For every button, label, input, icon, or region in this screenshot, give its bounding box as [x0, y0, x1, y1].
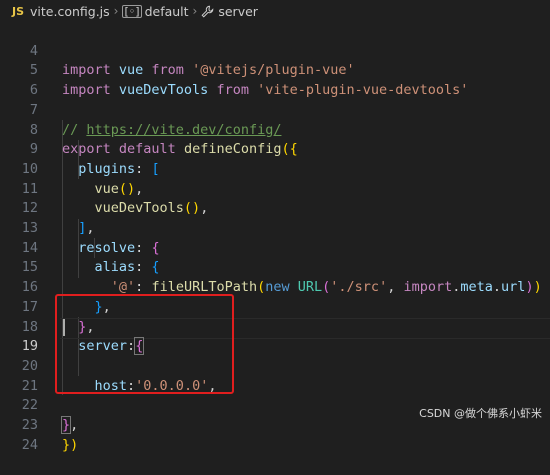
code-line: 11 vueDevTools(),	[0, 160, 550, 217]
js-file-icon: JS	[12, 4, 25, 18]
chevron-right-icon: ›	[113, 4, 119, 18]
breadcrumb-symbol-server[interactable]: server	[218, 4, 258, 19]
breadcrumb: JS vite.config.js › [◦] default › server	[0, 0, 550, 22]
code-line: 16 },	[0, 258, 550, 315]
chevron-right-icon: ›	[192, 4, 198, 18]
code-line: 15 '@': fileURLToPath(new URL('./src', i…	[0, 239, 550, 295]
line-number: 24	[21, 436, 38, 453]
watermark: CSDN @做个佛系小虾米	[419, 407, 542, 420]
code-line: 5 import vueDevTools from 'vite-plugin-v…	[0, 42, 550, 98]
highlight-annotation-box	[55, 294, 234, 394]
code-line: 9 plugins: [	[0, 121, 550, 177]
code-line: 12 ],	[0, 180, 550, 236]
code-line: 6	[0, 61, 550, 98]
code-line: 8 export default defineConfig({	[0, 101, 550, 158]
variable-symbol-icon: [◦]	[122, 4, 142, 18]
breadcrumb-file[interactable]: vite.config.js	[30, 4, 110, 19]
code-line: 7 // https://vite.dev/config/	[0, 81, 550, 138]
wrench-icon	[201, 5, 214, 17]
code-line: 13 resolve: {	[0, 199, 550, 256]
code-line: 10 vue(),	[0, 140, 550, 197]
code-line: 14 alias: {	[0, 219, 550, 276]
code-line: 4 import vue from '@vitejs/plugin-vue'	[0, 22, 550, 79]
breadcrumb-symbol-default[interactable]: default	[145, 4, 189, 19]
